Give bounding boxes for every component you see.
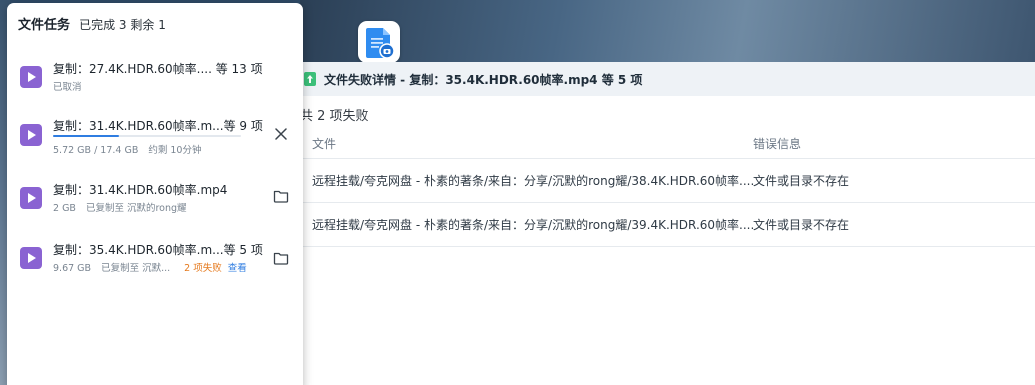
failure-detail-window: 文件失败详情 - 复制：35.4K.HDR.60帧率.mp4 等 5 项 共 2… xyxy=(300,62,1035,385)
task-meta: 2 GB 已复制至 沉默的rong耀 xyxy=(53,200,187,214)
task-destination: 已复制至 沉默的rong耀 xyxy=(85,203,187,214)
column-header-file[interactable]: 文件 xyxy=(312,135,336,152)
video-file-icon xyxy=(20,187,42,209)
row-error-message: 文件或目录不存在 xyxy=(753,218,850,232)
table-row[interactable]: 远程挂载/夸克网盘 - 朴素的著条/来自：分享/沉默的rong耀/38.4K.H… xyxy=(300,159,1035,203)
task-remaining-time: 约剩 10分钟 xyxy=(148,145,202,156)
task-panel-status: 已完成 3 剩余 1 xyxy=(79,18,166,32)
failure-summary: 共 2 项失败 xyxy=(300,109,369,124)
task-destination: 已复制至 沉默... xyxy=(101,263,171,274)
task-name: 复制：31.4K.HDR.60帧率.m...等 9 项 xyxy=(53,119,263,133)
task-name: 复制：35.4K.HDR.60帧率.m...等 5 项 xyxy=(53,243,263,257)
file-task-panel: 文件任务 已完成 3 剩余 1 复制：27.4K.HDR.60帧率.... 等 … xyxy=(7,3,303,385)
progress-bar-fill xyxy=(53,135,119,137)
detail-titlebar[interactable]: 文件失败详情 - 复制：35.4K.HDR.60帧率.mp4 等 5 项 xyxy=(300,62,1035,96)
video-file-icon xyxy=(20,247,42,269)
app-badge-icon xyxy=(304,72,316,86)
task-item[interactable]: 复制：31.4K.HDR.60帧率.mp4 2 GB 已复制至 沉默的rong耀 xyxy=(7,181,303,231)
table-header: 文件 错误信息 xyxy=(300,126,1035,159)
failed-count-badge: 2 项失败 xyxy=(184,263,222,274)
detail-title: 文件失败详情 - 复制：35.4K.HDR.60帧率.mp4 等 5 项 xyxy=(324,72,643,87)
task-meta: 5.72 GB / 17.4 GB 约剩 10分钟 xyxy=(53,142,201,156)
task-size: 2 GB xyxy=(53,203,76,214)
table-row[interactable]: 远程挂载/夸克网盘 - 朴素的著条/来自：分享/沉默的rong耀/39.4K.H… xyxy=(300,203,1035,247)
task-size: 5.72 GB / 17.4 GB xyxy=(53,145,139,156)
task-name: 复制：31.4K.HDR.60帧率.mp4 xyxy=(53,183,228,197)
folder-icon[interactable] xyxy=(271,248,291,268)
task-item[interactable]: 复制：27.4K.HDR.60帧率.... 等 13 项 已取消 xyxy=(7,60,303,110)
task-status: 已取消 xyxy=(53,82,82,93)
file-station-icon[interactable] xyxy=(358,21,400,63)
video-file-icon xyxy=(20,124,42,146)
row-file-path: 远程挂载/夸克网盘 - 朴素的著条/来自：分享/沉默的rong耀/38.4K.H… xyxy=(312,174,755,188)
failure-table: 文件 错误信息 远程挂载/夸克网盘 - 朴素的著条/来自：分享/沉默的rong耀… xyxy=(300,126,1035,247)
task-item[interactable]: 复制：31.4K.HDR.60帧率.m...等 9 项 5.72 GB / 17… xyxy=(7,117,303,167)
column-header-error[interactable]: 错误信息 xyxy=(753,135,801,152)
task-name: 复制：27.4K.HDR.60帧率.... 等 13 项 xyxy=(53,62,263,76)
task-panel-title: 文件任务 xyxy=(18,18,71,33)
desktop-wallpaper xyxy=(300,0,1035,62)
close-icon[interactable] xyxy=(271,124,291,144)
row-error-message: 文件或目录不存在 xyxy=(753,174,850,188)
task-panel-header: 文件任务 已完成 3 剩余 1 xyxy=(18,14,166,33)
row-file-path: 远程挂载/夸克网盘 - 朴素的著条/来自：分享/沉默的rong耀/39.4K.H… xyxy=(312,218,755,232)
video-file-icon xyxy=(20,66,42,88)
task-item[interactable]: 复制：35.4K.HDR.60帧率.m...等 5 项 9.67 GB 已复制至 … xyxy=(7,241,303,291)
progress-bar xyxy=(53,135,241,137)
folder-icon[interactable] xyxy=(271,186,291,206)
task-meta: 9.67 GB 已复制至 沉默... 2 项失败 查看 xyxy=(53,260,247,274)
view-failures-link[interactable]: 查看 xyxy=(228,263,247,274)
task-size: 9.67 GB xyxy=(53,263,92,274)
